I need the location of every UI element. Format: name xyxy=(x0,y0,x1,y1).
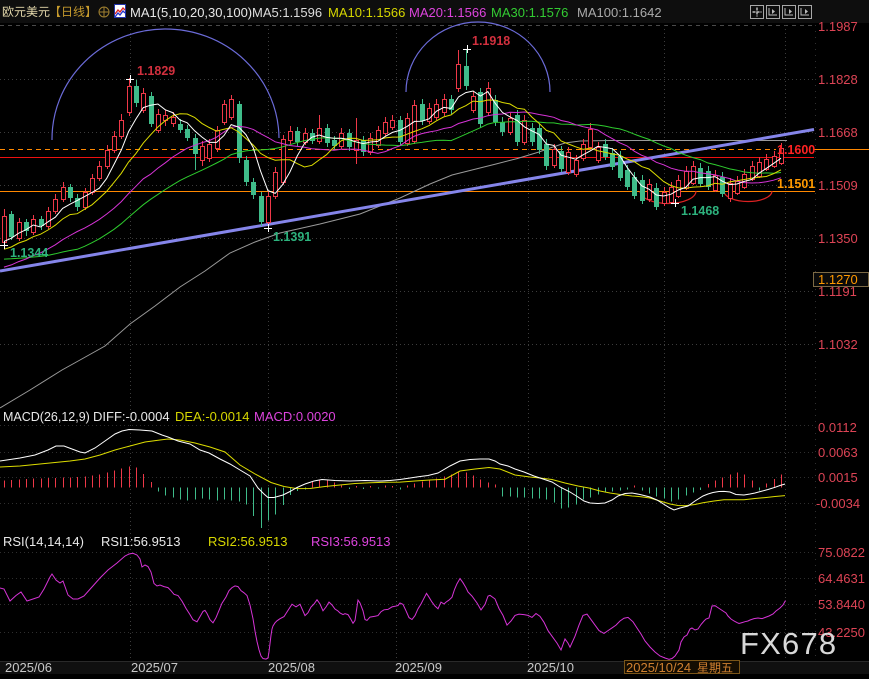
svg-text:75.0822: 75.0822 xyxy=(818,545,865,560)
svg-text:1.1501: 1.1501 xyxy=(777,177,815,191)
svg-text:0.0112: 0.0112 xyxy=(818,420,857,435)
svg-text:MA5:1.1596: MA5:1.1596 xyxy=(252,5,322,20)
svg-text:1.1829: 1.1829 xyxy=(137,64,175,78)
svg-text:1.1600: 1.1600 xyxy=(777,143,815,157)
svg-text:MA20:1.1566: MA20:1.1566 xyxy=(409,5,486,20)
svg-text:1.1828: 1.1828 xyxy=(818,72,858,87)
svg-text:2025/08: 2025/08 xyxy=(268,660,315,675)
svg-text:MACD:0.0020: MACD:0.0020 xyxy=(254,409,336,424)
svg-text:1.1270: 1.1270 xyxy=(818,272,858,287)
svg-text:2025/07: 2025/07 xyxy=(131,660,178,675)
svg-text:FX678: FX678 xyxy=(740,626,837,661)
svg-text:0.0015: 0.0015 xyxy=(818,470,858,485)
svg-text:DEA:-0.0014: DEA:-0.0014 xyxy=(175,409,249,424)
svg-text:64.4631: 64.4631 xyxy=(818,571,865,586)
svg-text:1.1468: 1.1468 xyxy=(681,204,719,218)
svg-text:MA30:1.1576: MA30:1.1576 xyxy=(491,5,568,20)
svg-text:MA10:1.1566: MA10:1.1566 xyxy=(328,5,405,20)
svg-text:1.1509: 1.1509 xyxy=(818,178,858,193)
svg-text:1.1918: 1.1918 xyxy=(472,34,510,48)
svg-text:2025/06: 2025/06 xyxy=(5,660,52,675)
svg-text:1.1350: 1.1350 xyxy=(818,231,858,246)
svg-text:2025/10/24: 2025/10/24 xyxy=(626,660,691,675)
svg-text:1.1391: 1.1391 xyxy=(273,230,311,244)
svg-text:2025/09: 2025/09 xyxy=(395,660,442,675)
svg-text:0.0063: 0.0063 xyxy=(818,445,858,460)
svg-text:1.1668: 1.1668 xyxy=(818,125,858,140)
svg-text:RSI1:56.9513: RSI1:56.9513 xyxy=(101,534,181,549)
svg-text:MA100:1.1642: MA100:1.1642 xyxy=(577,5,662,20)
svg-text:53.8440: 53.8440 xyxy=(818,597,865,612)
svg-text:1.1344: 1.1344 xyxy=(10,246,48,260)
svg-text:-0.0034: -0.0034 xyxy=(816,496,860,511)
svg-text:1.1987: 1.1987 xyxy=(818,19,858,34)
svg-text:RSI2:56.9513: RSI2:56.9513 xyxy=(208,534,288,549)
svg-text:RSI(14,14,14): RSI(14,14,14) xyxy=(3,534,84,549)
svg-text:MA1(5,10,20,30,100): MA1(5,10,20,30,100) xyxy=(130,5,252,20)
svg-text:RSI3:56.9513: RSI3:56.9513 xyxy=(311,534,391,549)
svg-text:MACD(26,12,9): MACD(26,12,9) xyxy=(3,410,90,424)
svg-text:DIFF:-0.0004: DIFF:-0.0004 xyxy=(93,409,170,424)
svg-text:2025/10: 2025/10 xyxy=(527,660,574,675)
svg-text:1.1032: 1.1032 xyxy=(818,337,858,352)
